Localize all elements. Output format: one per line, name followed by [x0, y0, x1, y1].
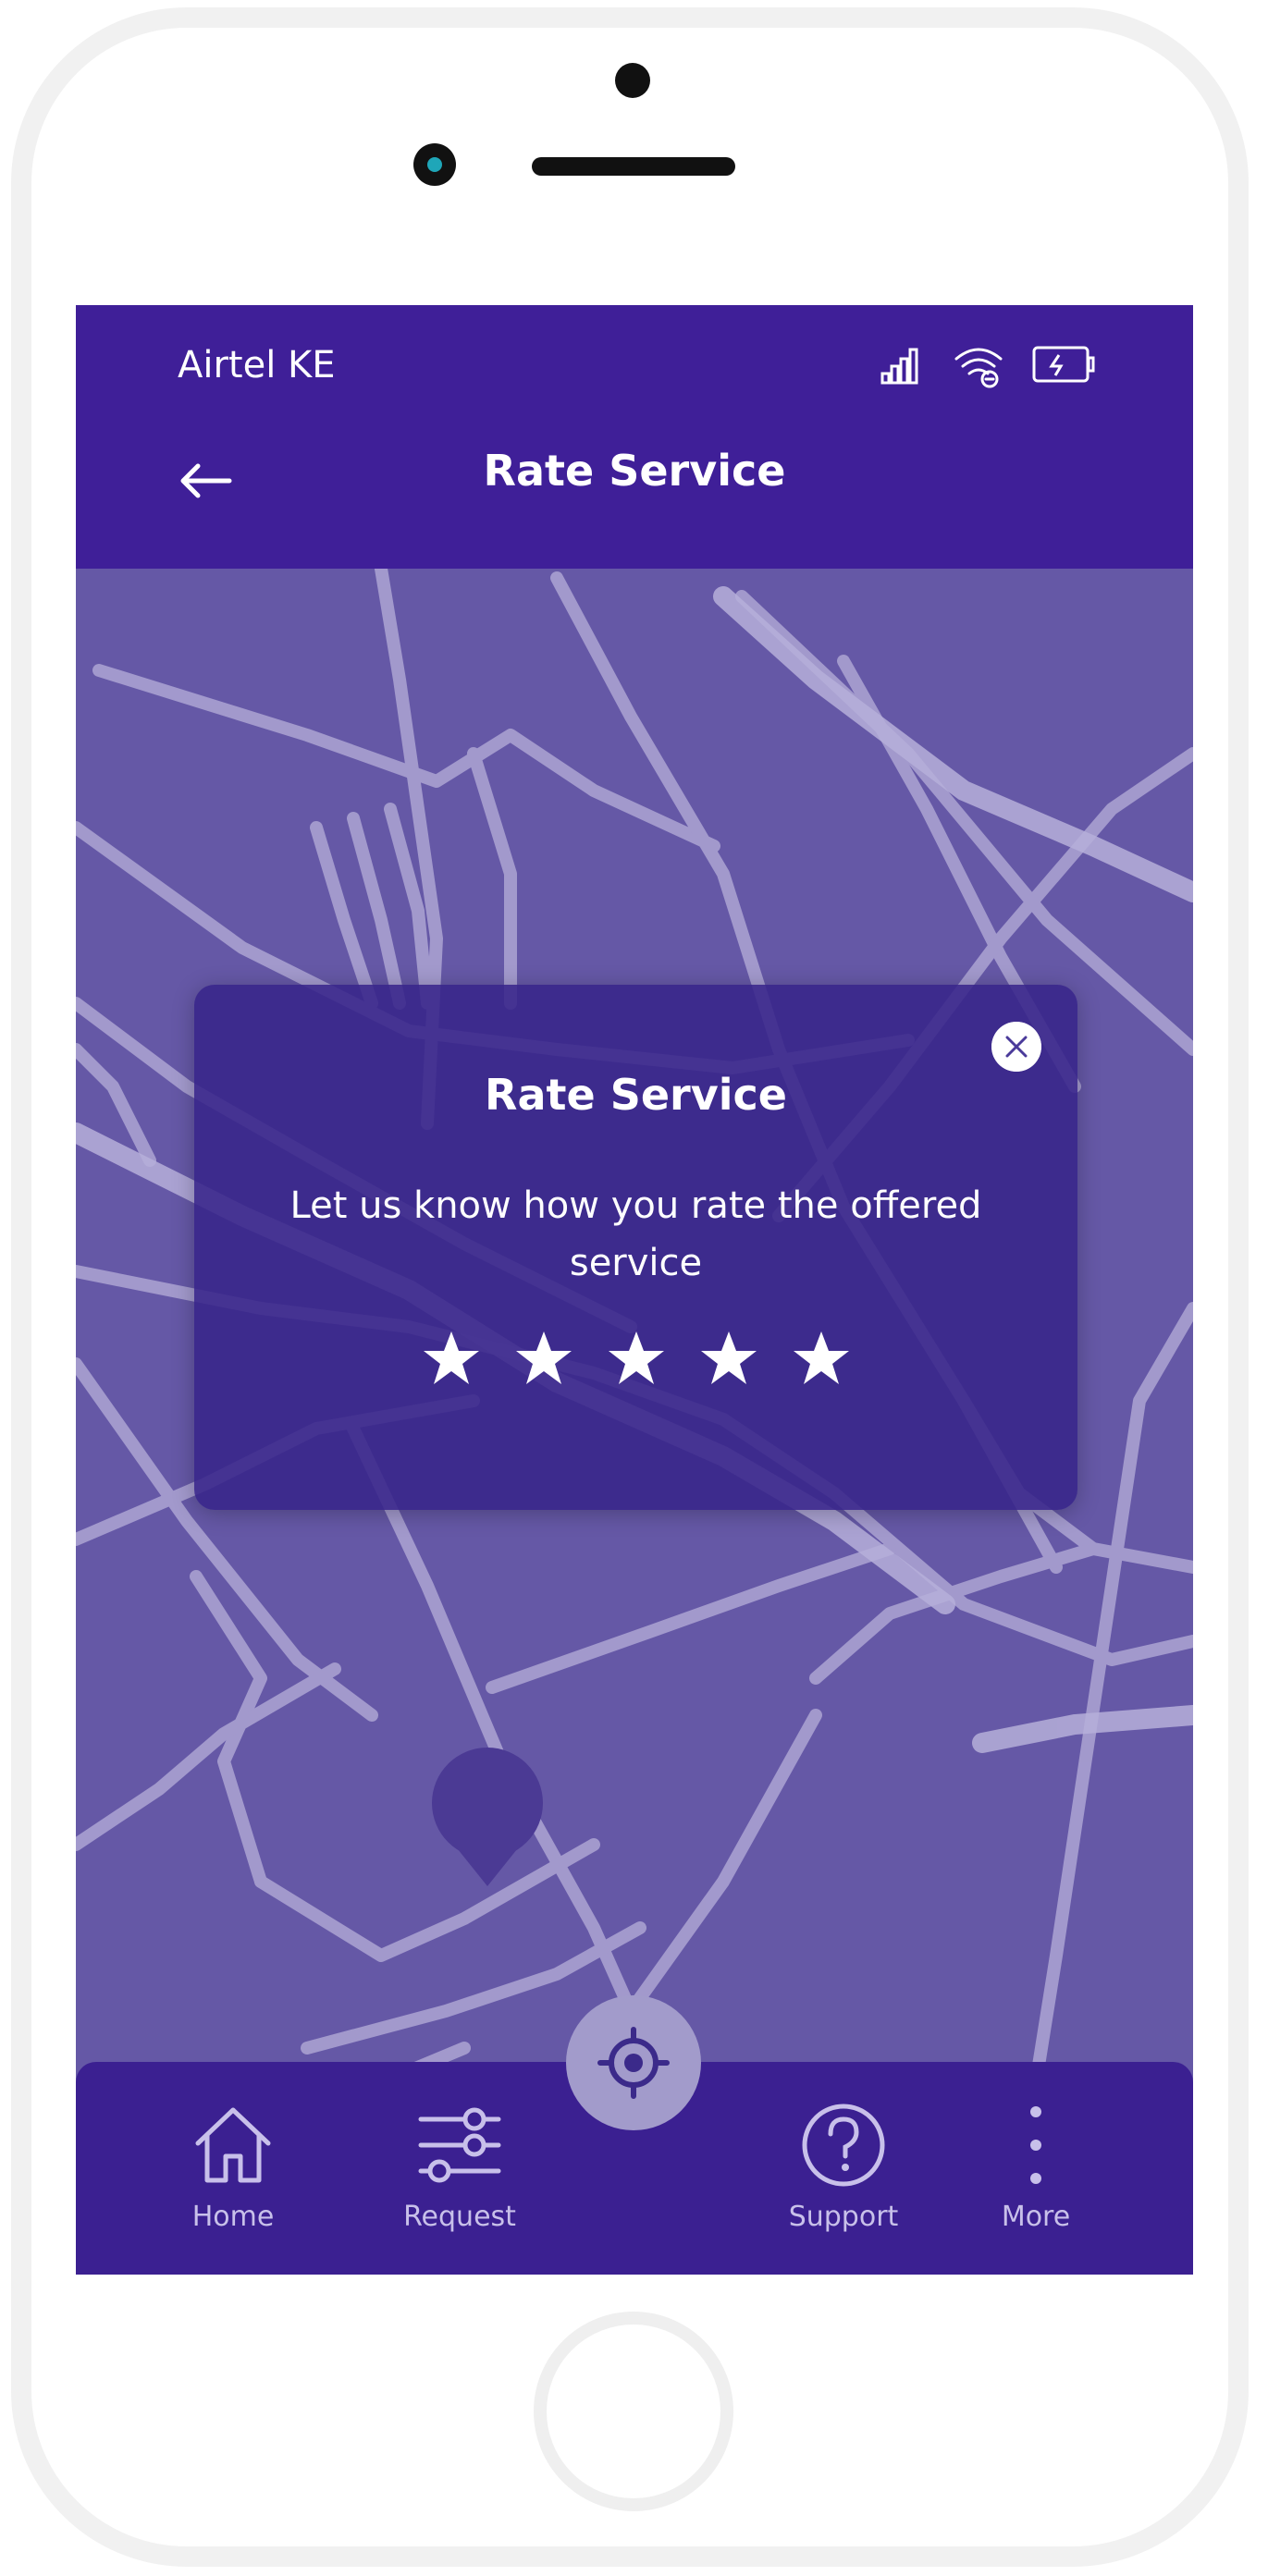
star-icon-5[interactable]: [792, 1329, 851, 1388]
star-icon-3[interactable]: [607, 1329, 666, 1388]
modal-message: Let us know how you rate the offered ser…: [289, 1184, 982, 1284]
nav-home-label: Home: [191, 2201, 275, 2233]
rate-service-modal: Rate Service Let us know how you rate th…: [194, 985, 1077, 1510]
nav-request-label: Request: [403, 2201, 516, 2233]
nav-more-label: More: [1001, 2201, 1071, 2233]
nav-support[interactable]: Support: [769, 2099, 917, 2247]
signal-icon: [880, 348, 918, 385]
star-rating: [194, 1329, 1077, 1388]
home-icon: [195, 2107, 271, 2183]
modal-title: Rate Service: [485, 1070, 787, 1120]
nav-request[interactable]: Request: [386, 2099, 534, 2247]
close-icon[interactable]: [991, 1022, 1041, 1072]
sensor-dot: [615, 63, 650, 98]
star-icon-4[interactable]: [699, 1329, 758, 1388]
nav-support-label: Support: [788, 2201, 899, 2233]
page-title: Rate Service: [483, 446, 786, 496]
sliders-icon: [418, 2107, 501, 2183]
star-icon-1[interactable]: [422, 1329, 481, 1388]
app-screen: Airtel KE Rate Service Rate Service Let …: [76, 305, 1193, 2275]
help-icon: [802, 2104, 885, 2187]
nav-more[interactable]: More: [962, 2099, 1110, 2247]
front-camera: [413, 143, 456, 186]
star-icon-2[interactable]: [514, 1329, 573, 1388]
hardware-home-button[interactable]: [534, 2312, 733, 2511]
app-header: Airtel KE Rate Service: [76, 305, 1193, 569]
carrier-name: Airtel KE: [178, 344, 336, 386]
more-icon: [1030, 2106, 1041, 2184]
wifi-icon: [954, 348, 1003, 388]
nav-home[interactable]: Home: [159, 2099, 307, 2247]
battery-icon: [1032, 346, 1095, 383]
locate-icon: [597, 2027, 670, 2099]
locate-button[interactable]: [566, 1995, 701, 2130]
earpiece: [532, 157, 735, 176]
